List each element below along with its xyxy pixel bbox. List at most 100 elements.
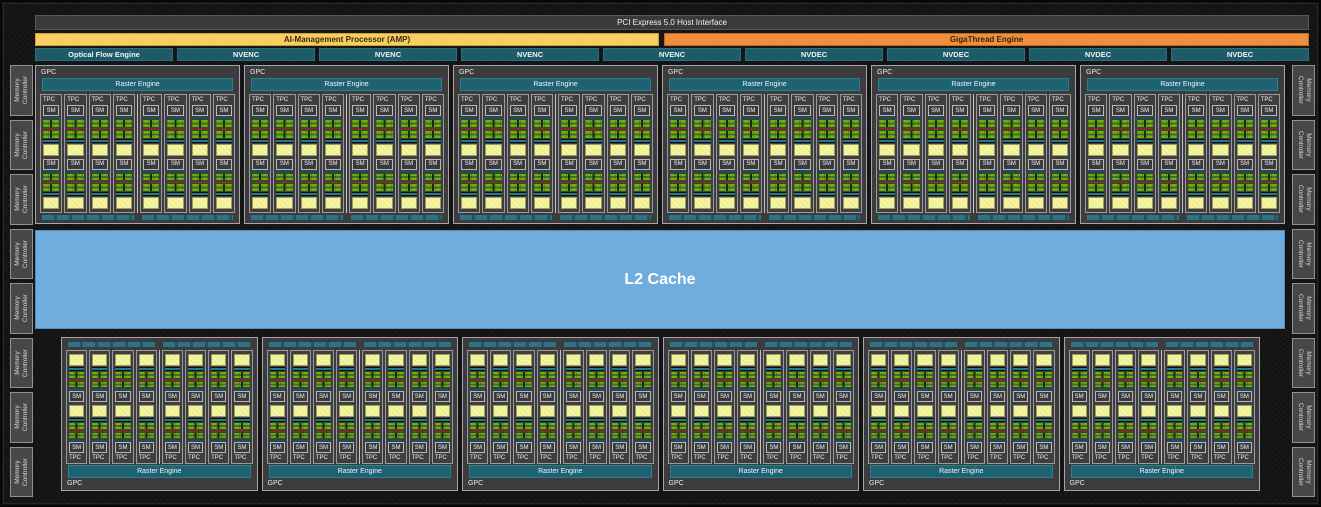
sm-block: SM [251, 159, 269, 211]
sm-tensor-line [671, 418, 686, 422]
tpc-block: TPCSMSM [458, 94, 480, 213]
sm-core-grid [234, 372, 249, 378]
sm-separator-line [43, 128, 59, 130]
sm-separator-line [192, 181, 208, 183]
sm-label: SM [1098, 394, 1107, 400]
sm-label: SM [147, 161, 156, 167]
sm-l1-cache-bar [1212, 197, 1228, 209]
sm-core-grid [1137, 184, 1153, 191]
sm-tensor-line [813, 367, 828, 371]
sm-label: SM [839, 445, 848, 451]
sm-separator-line [967, 430, 982, 432]
sm-core-grid [1237, 184, 1253, 191]
sm-label: SM [970, 394, 979, 400]
sm-tensor-line [813, 418, 828, 422]
tpc-block: TPCSMSM [113, 94, 135, 213]
sm-l1-cache-bar [167, 197, 183, 209]
sm-label-box: SM [211, 391, 226, 402]
sm-label: SM [615, 445, 624, 451]
sm-core-grid [216, 174, 232, 181]
sm-core-grid [270, 382, 285, 388]
sm-label: SM [256, 161, 265, 167]
sm-core-grid [794, 184, 810, 191]
sm-l1-cache-bar [566, 354, 581, 366]
sm-l1-cache-bar [470, 354, 485, 366]
sm-tensor-line [610, 192, 626, 196]
sm-label-box: SM [819, 105, 835, 116]
sm-core-grid [1072, 382, 1087, 388]
sm-tensor-line [69, 367, 84, 371]
sm-tensor-line [534, 139, 550, 143]
sm-label-box: SM [1095, 391, 1110, 402]
sm-scheduler-line [1212, 171, 1228, 173]
sm-core-grid [967, 372, 982, 378]
sm-scheduler-line [1161, 171, 1177, 173]
sm-core-grid [435, 372, 450, 378]
sm-separator-line [234, 379, 249, 381]
sm-scheduler-line [301, 117, 317, 119]
sm-core-grid [561, 184, 577, 191]
sm-core-grid [412, 382, 427, 388]
sm-scheduler-line [561, 117, 577, 119]
sm-separator-line [216, 181, 232, 183]
sm-core-grid [43, 120, 59, 127]
sm-label: SM [392, 394, 401, 400]
sm-block: SM [460, 159, 478, 211]
tpc-block: TPCSMSM [586, 350, 607, 464]
sm-label: SM [798, 108, 807, 114]
sm-separator-line [1137, 128, 1153, 130]
sm-core-grid [493, 433, 508, 439]
ai-management-processor-label: AI-Management Processor (AMP) [284, 35, 410, 44]
sm-block: SM [191, 159, 209, 211]
sm-core-grid [435, 382, 450, 388]
sm-core-grid [425, 174, 441, 181]
gigathread-engine-bar: GigaThread Engine [664, 33, 1309, 46]
sm-scheduler-line [276, 171, 292, 173]
sm-l1-cache-bar [485, 197, 501, 209]
sm-separator-line [766, 430, 781, 432]
sm-core-grid [740, 433, 755, 439]
sm-label-box: SM [1212, 159, 1228, 170]
sm-label-box: SM [234, 442, 249, 453]
sm-core-grid [585, 131, 601, 138]
sm-label: SM [720, 445, 729, 451]
sm-label: SM [822, 161, 831, 167]
sm-core-grid [69, 372, 84, 378]
sm-separator-line [92, 430, 107, 432]
sm-scheduler-line [794, 171, 810, 173]
sm-core-grid [740, 382, 755, 388]
sm-core-grid [789, 382, 804, 388]
sm-label-box: SM [534, 105, 550, 116]
sm-core-grid [843, 131, 859, 138]
sm-core-grid [789, 423, 804, 429]
sm-block: SM [989, 404, 1006, 453]
tpc-label: TPC [324, 96, 342, 104]
sm-core-grid [610, 174, 626, 181]
sm-label: SM [489, 161, 498, 167]
sm-block: SM [187, 353, 204, 402]
sm-core-grid [188, 382, 203, 388]
sm-tensor-line [1161, 192, 1177, 196]
sm-tensor-line [252, 192, 268, 196]
raster-engine-bar: Raster Engine [42, 78, 233, 91]
sm-label-box: SM [365, 391, 380, 402]
sm-core-grid [365, 423, 380, 429]
sm-l1-cache-bar [789, 405, 804, 417]
tpc-label: TPC [364, 454, 381, 462]
sm-block: SM [842, 105, 860, 157]
sm-core-grid [610, 184, 626, 191]
sm-scheduler-line [952, 117, 968, 119]
sm-scheduler-line [1261, 117, 1277, 119]
sm-separator-line [301, 128, 317, 130]
sm-label-box: SM [894, 391, 909, 402]
sm-separator-line [1088, 128, 1104, 130]
sm-tensor-line [836, 418, 851, 422]
sm-core-grid [534, 131, 550, 138]
sm-scheduler-line [770, 117, 786, 119]
sm-core-grid [928, 184, 944, 191]
sm-l1-cache-bar [1013, 354, 1028, 366]
sm-label: SM [615, 394, 624, 400]
sm-core-grid [1052, 120, 1068, 127]
sm-core-grid [1088, 174, 1104, 181]
sm-label-box: SM [589, 442, 604, 453]
